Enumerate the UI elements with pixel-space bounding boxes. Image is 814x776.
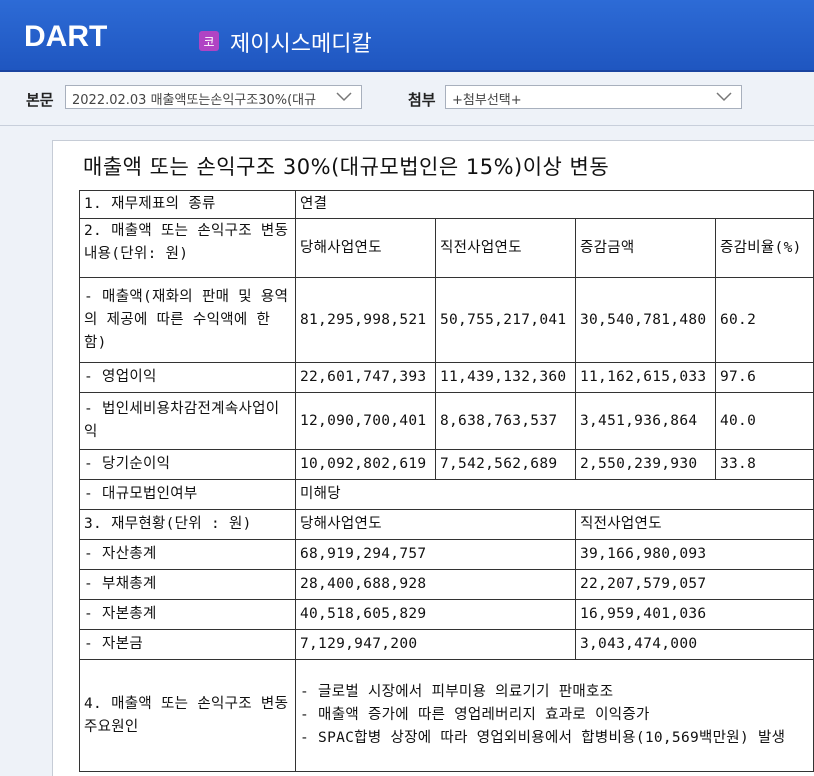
s4-reasons: - 글로벌 시장에서 피부미용 의료기기 판매호조 - 매출액 증가에 따른 영… [294,659,814,772]
attachment-select[interactable]: +첨부선택+ [445,85,742,109]
reason-line: - SPAC합병 상장에 따라 영업외비용에서 합병비용(10,569백만원) … [300,730,786,746]
body-report-select[interactable]: 2022.02.03 매출액또는손익구조30%(대규 [65,85,362,109]
table-cell: 81,295,998,521 [295,277,436,363]
table-cell: 7,129,947,200 [295,629,576,660]
body-label: 본문 [26,91,54,109]
table-cell: 8,638,763,537 [435,392,576,450]
table-row: - 자본금 7,129,947,200 3,043,474,000 [79,629,814,660]
table-cell: 11,439,132,360 [435,362,576,393]
attachment-select-value: +첨부선택+ [452,93,522,108]
row-label: - 자산총계 [79,539,296,570]
table-cell: 22,601,747,393 [295,362,436,393]
body-report-select-value: 2022.02.03 매출액또는손익구조30%(대규 [72,93,317,108]
row-label: - 매출액(재화의 판매 및 용역의 제공에 따른 수익액에 한함) [79,277,296,363]
table-cell: 16,959,401,036 [574,599,814,630]
table-cell: 30,540,781,480 [575,277,716,363]
attach-label: 첨부 [408,91,436,109]
document-selector-bar: 본문 2022.02.03 매출액또는손익구조30%(대규 첨부 +첨부선택+ [0,74,814,126]
row-label: - 법인세비용차감전계속사업이익 [79,392,296,450]
s2-label: 2. 매출액 또는 손익구조 변동내용(단위: 원) [79,218,296,278]
s2-header: 직전사업연도 [435,218,576,278]
reason-line: - 글로벌 시장에서 피부미용 의료기기 판매호조 [300,684,614,700]
table-row: 2. 매출액 또는 손익구조 변동내용(단위: 원) 당해사업연도 직전사업연도… [79,218,814,278]
s2-header: 당해사업연도 [295,218,436,278]
kosdaq-market-badge: 코 [199,31,219,51]
document-viewer: 매출액 또는 손익구조 30%(대규모법인은 15%)이상 변동 1. 재무제표… [52,140,814,776]
dart-logo[interactable]: DART [24,20,107,54]
s3-header: 당해사업연도 [295,509,576,540]
s1-label: 1. 재무제표의 종류 [79,190,296,219]
row-label: - 자본금 [79,629,296,660]
table-cell: 2,550,239,930 [575,449,716,480]
table-row: - 자본총계 40,518,605,829 16,959,401,036 [79,599,814,630]
company-name: 제이시스메디칼 [230,32,372,57]
table-cell: 33.8 [714,449,814,480]
s3-header: 직전사업연도 [574,509,814,540]
table-cell: 미해당 [294,479,814,510]
table-row: - 부채총계 28,400,688,928 22,207,579,057 [79,569,814,600]
logo-text: DART [24,20,108,53]
table-row: - 매출액(재화의 판매 및 용역의 제공에 따른 수익액에 한함) 81,29… [79,277,814,363]
row-label: - 영업이익 [79,362,296,393]
table-cell: 40.0 [714,392,814,450]
row-label: - 자본총계 [79,599,296,630]
table-row: 4. 매출액 또는 손익구조 변동 주요원인 - 글로벌 시장에서 피부미용 의… [79,659,814,772]
document-title: 매출액 또는 손익구조 30%(대규모법인은 15%)이상 변동 [83,155,610,179]
s2-header: 증감금액 [575,218,716,278]
s2-header: 증감비율(%) [714,218,814,278]
report-table: 1. 재무제표의 종류 연결 2. 매출액 또는 손익구조 변동내용(단위: 원… [79,190,814,772]
table-cell: 28,400,688,928 [295,569,576,600]
s3-label: 3. 재무현황(단위 : 원) [79,509,296,540]
table-cell: 3,043,474,000 [574,629,814,660]
table-row: 1. 재무제표의 종류 연결 [79,190,814,219]
top-header: DART 코 제이시스메디칼 [0,0,814,72]
row-label: - 대규모법인여부 [79,479,296,510]
table-cell: 97.6 [714,362,814,393]
chevron-down-icon [336,92,352,102]
row-label: - 부채총계 [79,569,296,600]
table-cell: 7,542,562,689 [435,449,576,480]
table-row: - 자산총계 68,919,294,757 39,166,980,093 [79,539,814,570]
table-row: - 대규모법인여부 미해당 [79,479,814,510]
table-cell: 40,518,605,829 [295,599,576,630]
row-label: - 당기순이익 [79,449,296,480]
s1-value: 연결 [294,190,814,219]
table-cell: 3,451,936,864 [575,392,716,450]
table-row: 3. 재무현황(단위 : 원) 당해사업연도 직전사업연도 [79,509,814,540]
reason-line: - 매출액 증가에 따른 영업레버리지 효과로 이익증가 [300,707,650,723]
table-cell: 10,092,802,619 [295,449,436,480]
chevron-down-icon [716,92,732,102]
table-cell: 11,162,615,033 [575,362,716,393]
table-row: - 당기순이익 10,092,802,619 7,542,562,689 2,5… [79,449,814,480]
table-row: - 법인세비용차감전계속사업이익 12,090,700,401 8,638,76… [79,392,814,450]
table-cell: 22,207,579,057 [574,569,814,600]
table-cell: 50,755,217,041 [435,277,576,363]
table-cell: 39,166,980,093 [574,539,814,570]
table-cell: 12,090,700,401 [295,392,436,450]
s4-label: 4. 매출액 또는 손익구조 변동 주요원인 [79,659,296,772]
table-cell: 60.2 [714,277,814,363]
table-row: - 영업이익 22,601,747,393 11,439,132,360 11,… [79,362,814,393]
table-cell: 68,919,294,757 [295,539,576,570]
